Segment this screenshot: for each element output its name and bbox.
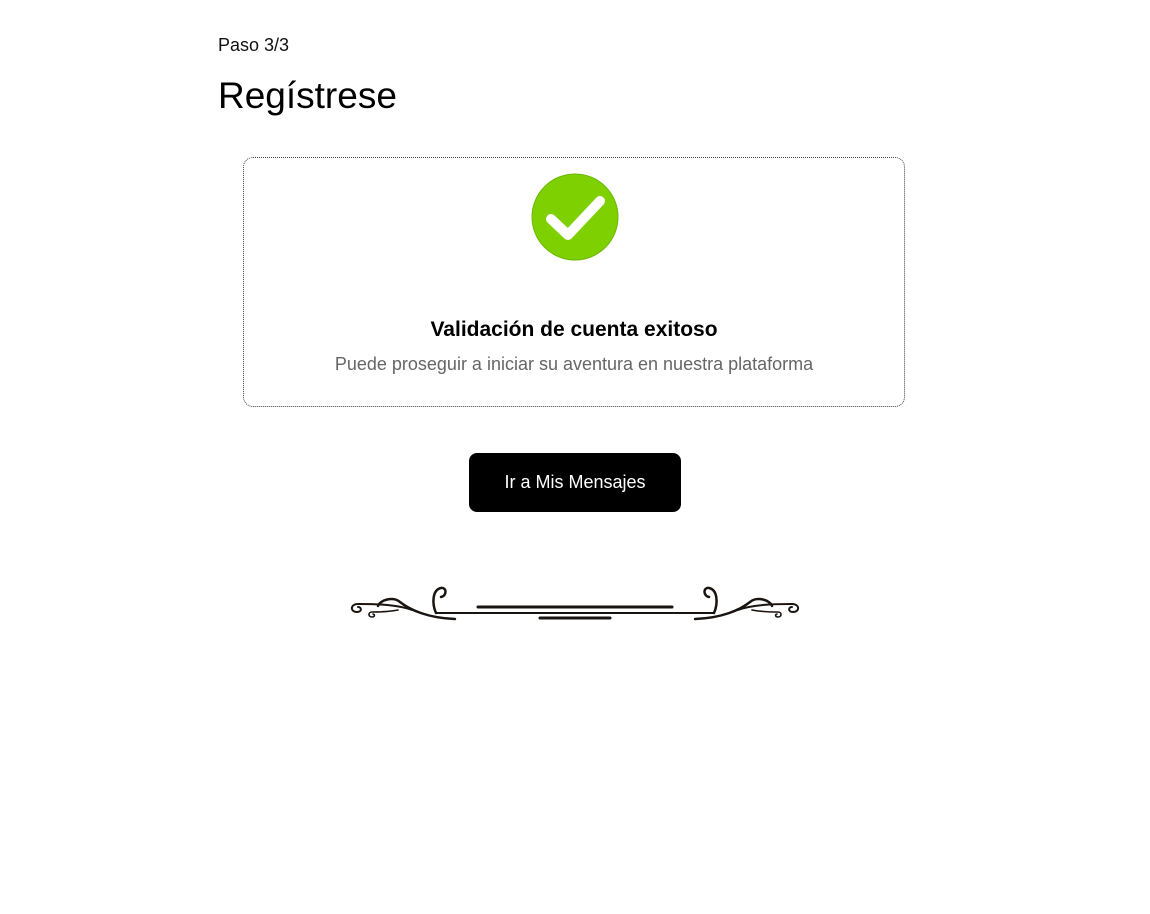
ornamental-divider-icon [350, 586, 800, 621]
success-card: Validación de cuenta exitoso Puede prose… [243, 157, 905, 407]
success-subtitle: Puede proseguir a iniciar su aventura en… [334, 354, 814, 374]
success-title: Validación de cuenta exitoso [430, 318, 718, 341]
page-title: Regístrese [218, 75, 397, 116]
check-circle-icon [531, 173, 619, 261]
step-indicator: Paso 3/3 [218, 35, 290, 55]
go-to-messages-button[interactable]: Ir a Mis Mensajes [469, 453, 681, 512]
registration-page: Paso 3/3 Regístrese Validación de cuenta… [0, 0, 1150, 914]
